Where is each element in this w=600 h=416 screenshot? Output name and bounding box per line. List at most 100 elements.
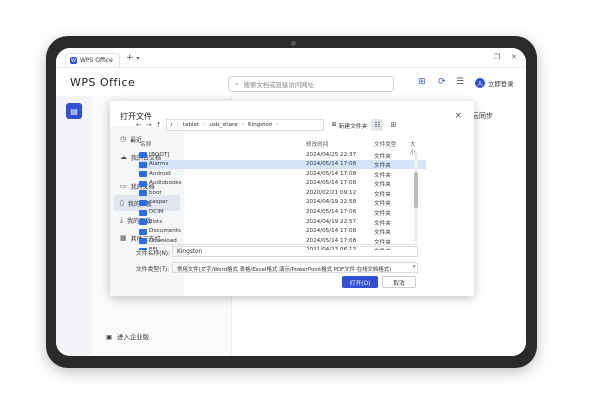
cell-modified: 2024/04/25 22:37 [306, 151, 357, 158]
table-row[interactable]: [BOOT] 2024/04/25 22:37 文件夹 [138, 150, 426, 160]
cell-name: Android [149, 170, 171, 177]
cell-type: 文件夹 [374, 211, 391, 218]
table-row[interactable]: boot 2020/02/21 09:12 文件夹 [138, 188, 426, 198]
cell-modified: 2024/04/19 22:58 [306, 199, 357, 206]
column-header: 名称 修改时间 文件类型 大小 [138, 138, 416, 156]
table-row[interactable]: casper 2024/04/19 22:58 文件夹 [138, 198, 426, 208]
table-row[interactable]: dists 2024/04/19 22:57 文件夹 [138, 217, 426, 227]
sync-icon[interactable]: ⟳ [438, 77, 446, 87]
cell-type: 文件夹 [374, 182, 391, 189]
tab-bar: W WPS Office + ▾ ❐ ✕ [56, 48, 526, 68]
left-rail: ▤ [56, 96, 92, 356]
search-input[interactable]: ⌕ 搜索文档或直接访问网址 [228, 76, 394, 92]
cell-name: Documents [149, 228, 181, 235]
forward-arrow-icon[interactable]: → [146, 121, 152, 129]
screen: W WPS Office + ▾ ❐ ✕ WPS Office ⌕ 搜索文档或直… [56, 48, 526, 356]
cell-type: 文件夹 [374, 191, 391, 198]
cell-modified: 2024/05/14 17:08 [306, 228, 357, 235]
col-name[interactable]: 名称 [140, 140, 151, 148]
enterprise-label: 进入企业版 [117, 333, 149, 341]
folder-icon [139, 219, 147, 226]
back-arrow-icon[interactable]: ← [136, 121, 142, 129]
breadcrumb-item[interactable]: tablet [183, 122, 199, 128]
clock-icon: ◷ [120, 135, 127, 143]
table-row[interactable]: Audiobooks 2024/05/14 17:08 文件夹 [138, 179, 426, 189]
folder-icon [139, 190, 147, 197]
scrollbar[interactable] [414, 152, 418, 242]
new-folder-icon: ⊞ [331, 122, 337, 128]
table-row[interactable]: Alarms 2024/05/14 17:08 文件夹 [138, 159, 426, 170]
enterprise-icon: ▣ [106, 332, 113, 341]
scrollbar-thumb[interactable] [414, 172, 418, 208]
cloud-sync-label: 云同步 [472, 112, 493, 120]
folder-icon [139, 171, 147, 178]
path-bar: ← → ↑ / › tablet › usb_share › Kingston › ⊞ … [136, 119, 416, 131]
folder-icon [139, 228, 147, 235]
grid-view-icon[interactable]: ⊞ [387, 119, 399, 131]
enterprise-link[interactable]: ▣ 进入企业版 [106, 332, 149, 342]
brand-logo: WPS Office [70, 76, 136, 89]
restore-icon[interactable]: ❐ [494, 53, 500, 61]
chevron-down-icon[interactable]: ▾ [413, 264, 416, 270]
filetype-select[interactable]: 常用文件(文字/Word格式 表格/Excel格式 演示/PowerPoint格… [172, 262, 418, 273]
cell-name: Download [149, 237, 177, 244]
breadcrumb-item[interactable]: Kingston [248, 122, 272, 128]
up-arrow-icon[interactable]: ↑ [156, 121, 162, 129]
table-row[interactable]: Android 2024/05/14 17:08 文件夹 [138, 169, 426, 179]
apps-grid-icon[interactable]: ⊞ [418, 77, 426, 87]
cell-name: casper [149, 199, 168, 206]
folder-icon [139, 180, 147, 187]
open-button[interactable]: 打开(O) [342, 276, 378, 288]
apps-icon: ▦ [120, 234, 127, 242]
filename-input[interactable]: Kingston [172, 246, 418, 257]
folder-icon [139, 152, 147, 158]
cell-modified: 2024/05/14 17:08 [306, 161, 357, 168]
cancel-label: 取消 [393, 280, 405, 287]
cancel-button[interactable]: 取消 [382, 276, 416, 288]
cell-type: 文件夹 [374, 230, 391, 237]
cell-name: Audiobooks [149, 180, 182, 187]
cell-name: boot [149, 189, 162, 196]
cell-modified: 2024/05/14 17:08 [306, 180, 357, 187]
tab-title: WPS Office [80, 57, 113, 64]
cloud-icon: ☁ [120, 153, 127, 161]
cell-modified: 2020/02/21 09:12 [306, 189, 357, 196]
app-header: WPS Office ⌕ 搜索文档或直接访问网址 ⊞ ⟳ ☰ 人 立即登录 [56, 68, 526, 96]
login-button[interactable]: 人 立即登录 [475, 78, 514, 88]
close-icon[interactable]: × [454, 111, 462, 121]
avatar-icon: 人 [475, 78, 485, 88]
login-label: 立即登录 [488, 79, 514, 88]
cell-type: 文件夹 [374, 220, 391, 227]
table-row[interactable]: DCIM 2024/05/14 17:08 文件夹 [138, 208, 426, 218]
wps-logo-icon: W [70, 57, 77, 64]
camera-dot [291, 41, 296, 46]
search-placeholder: 搜索文档或直接访问网址 [243, 80, 314, 89]
cell-modified: 2024/04/19 22:57 [306, 218, 357, 225]
breadcrumb[interactable]: / › tablet › usb_share › Kingston › [165, 119, 324, 131]
col-type[interactable]: 文件类型 [374, 140, 396, 148]
close-window-icon[interactable]: ✕ [511, 53, 517, 61]
search-icon: ⌕ [235, 79, 239, 88]
folder-icon [139, 161, 147, 168]
documents-icon[interactable]: ▤ [66, 103, 82, 119]
col-modified[interactable]: 修改时间 [306, 140, 328, 148]
filetype-label: 文件类型(T): [136, 267, 170, 273]
open-label: 打开(O) [349, 280, 371, 287]
download-icon: ⤓ [120, 215, 124, 224]
new-folder-button[interactable]: ⊞ 新建文件夹 [332, 121, 368, 130]
list-view-icon[interactable]: ☷ [371, 119, 384, 131]
folder-icon [139, 209, 147, 216]
tab-wps-office[interactable]: W WPS Office [65, 53, 120, 67]
new-tab-button[interactable]: + ▾ [126, 53, 139, 63]
cell-name: [BOOT] [149, 151, 170, 158]
divider [136, 244, 418, 245]
breadcrumb-item[interactable]: usb_share [209, 122, 237, 128]
table-row[interactable]: Documents 2024/05/14 17:08 文件夹 [138, 227, 426, 237]
file-list: 名称 修改时间 文件类型 大小 [BOOT] 2024/04/25 22:37 文件… [138, 138, 426, 278]
menu-icon[interactable]: ☰ [456, 77, 464, 87]
cell-type: 文件夹 [374, 172, 391, 179]
file-rows: [BOOT] 2024/04/25 22:37 文件夹 Alarms 2024/05/1… [138, 150, 426, 250]
cell-type: 文件夹 [374, 153, 391, 160]
breadcrumb-item[interactable]: / [171, 122, 173, 128]
cell-modified: 2024/05/14 17:08 [306, 237, 357, 244]
